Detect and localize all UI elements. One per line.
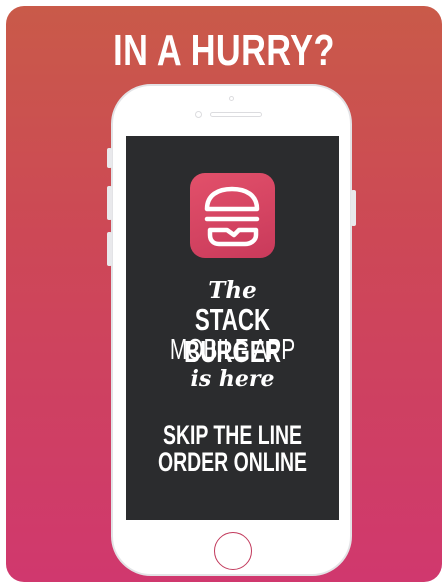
phone-volume-up: [107, 186, 112, 220]
phone-speaker: [210, 112, 262, 117]
phone-mockup: The STACK BURGER MOBILE APP is here SKIP…: [107, 84, 356, 576]
promo-card: IN A HURRY? The STACK BURGER MOBILE APP …: [6, 6, 442, 582]
stacked-burger-icon: [190, 173, 275, 258]
mobile-app-label: MOBILE APP: [169, 334, 296, 366]
tagline-is-here: is here: [190, 366, 275, 392]
phone-power-button: [351, 190, 356, 226]
phone-front-camera: [195, 111, 202, 118]
headline: IN A HURRY?: [113, 26, 335, 75]
phone-home-button: [214, 532, 252, 570]
order-online-text: ORDER ONLINE: [157, 447, 308, 477]
phone-mute-switch: [107, 148, 112, 168]
skip-the-line-text: SKIP THE LINE: [162, 420, 302, 450]
phone-volume-down: [107, 232, 112, 266]
phone-screen: The STACK BURGER MOBILE APP is here SKIP…: [126, 136, 339, 520]
tagline-the: The: [208, 277, 257, 304]
phone-front-sensor: [229, 96, 234, 101]
